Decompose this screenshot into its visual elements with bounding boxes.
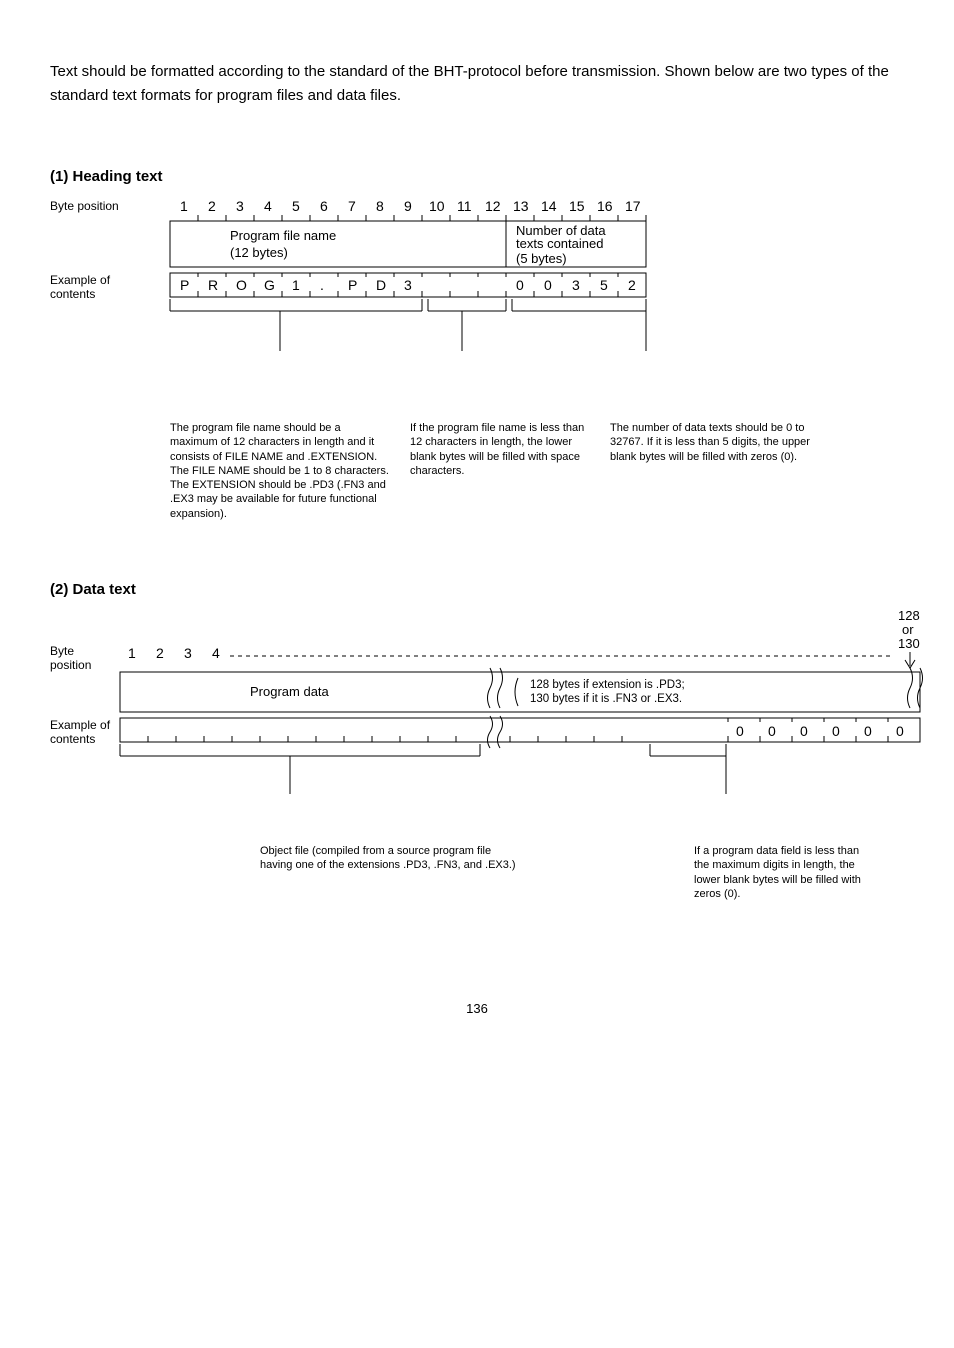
svg-text:(5 bytes): (5 bytes) (516, 251, 567, 266)
data-note-left: Object file (compiled from a source prog… (260, 844, 520, 901)
byte-label-line2: position (50, 658, 91, 672)
svg-text:P: P (348, 277, 357, 293)
svg-text:0: 0 (832, 723, 840, 739)
svg-text:130: 130 (898, 636, 920, 651)
svg-text:0: 0 (800, 723, 808, 739)
svg-text:2: 2 (156, 645, 164, 661)
svg-text:1: 1 (180, 198, 188, 214)
svg-text:3: 3 (404, 277, 412, 293)
svg-text:Program data: Program data (250, 684, 330, 699)
example-of-label-line2: contents (50, 287, 95, 301)
svg-text:P: P (180, 277, 189, 293)
svg-text:13: 13 (513, 198, 529, 214)
intro-paragraph: Text should be formatted according to th… (50, 60, 904, 108)
svg-text:1: 1 (292, 277, 300, 293)
svg-text:O: O (236, 277, 247, 293)
section1-heading: (1) Heading text (50, 168, 904, 185)
svg-text:0: 0 (896, 723, 904, 739)
svg-text:1: 1 (128, 645, 136, 661)
svg-text:17: 17 (625, 198, 641, 214)
svg-text:14: 14 (541, 198, 557, 214)
svg-text:4: 4 (264, 198, 272, 214)
byte-position-label: Byte position (50, 199, 119, 213)
svg-text:or: or (902, 622, 914, 637)
svg-text:15: 15 (569, 198, 585, 214)
data-diagram-notes: Object file (compiled from a source prog… (50, 844, 904, 901)
example-label2-line2: contents (50, 732, 95, 746)
svg-text:texts contained: texts contained (516, 236, 603, 251)
svg-text:0: 0 (736, 723, 744, 739)
svg-text:5: 5 (292, 198, 300, 214)
data-text-diagram: Byte position Example of contents 128 or… (50, 608, 904, 838)
svg-text:4: 4 (212, 645, 220, 661)
svg-text:3: 3 (184, 645, 192, 661)
byte-label-line1: Byte (50, 644, 74, 658)
svg-text:6: 6 (320, 198, 328, 214)
svg-text:0: 0 (516, 277, 524, 293)
heading-text-diagram: Byte position Example of contents 123456… (50, 195, 904, 415)
heading-note-1: The program file name should be a maximu… (170, 421, 390, 521)
svg-text:7: 7 (348, 198, 356, 214)
svg-text:3: 3 (572, 277, 580, 293)
svg-text:2: 2 (208, 198, 216, 214)
heading-diagram-svg: 1234567891011121314151617 Program file n… (160, 195, 920, 415)
svg-text:Program file name: Program file name (230, 228, 336, 243)
svg-text:8: 8 (376, 198, 384, 214)
heading-diagram-notes: The program file name should be a maximu… (170, 421, 904, 521)
svg-text:0: 0 (768, 723, 776, 739)
svg-text:3: 3 (236, 198, 244, 214)
svg-text:10: 10 (429, 198, 445, 214)
svg-text:R: R (208, 277, 218, 293)
svg-text:0: 0 (544, 277, 552, 293)
svg-text:9: 9 (404, 198, 412, 214)
svg-text:12: 12 (485, 198, 501, 214)
page-number: 136 (50, 1001, 904, 1016)
data-diagram-svg: 128 or 130 1 2 3 4 Program data 128 bytes i… (110, 608, 950, 838)
svg-text:D: D (376, 277, 386, 293)
svg-text:130 bytes if it is .FN3 or .EX: 130 bytes if it is .FN3 or .EX3. (530, 693, 682, 705)
section2-heading: (2) Data text (50, 581, 904, 598)
svg-text:(12 bytes): (12 bytes) (230, 245, 288, 260)
svg-text:11: 11 (457, 198, 472, 214)
svg-text:2: 2 (628, 277, 636, 293)
svg-text:128: 128 (898, 608, 920, 623)
svg-text:128 bytes if extension is .PD3: 128 bytes if extension is .PD3; (530, 679, 685, 691)
svg-text:.: . (320, 277, 324, 293)
svg-text:0: 0 (864, 723, 872, 739)
example-of-label-line1: Example of (50, 273, 110, 287)
svg-text:5: 5 (600, 277, 608, 293)
svg-text:16: 16 (597, 198, 613, 214)
example-label2-line1: Example of (50, 718, 110, 732)
svg-text:G: G (264, 277, 275, 293)
data-note-right: If a program data field is less than the… (694, 844, 874, 901)
heading-note-2: If the program file name is less than 12… (410, 421, 590, 521)
heading-note-3: The number of data texts should be 0 to … (610, 421, 810, 521)
